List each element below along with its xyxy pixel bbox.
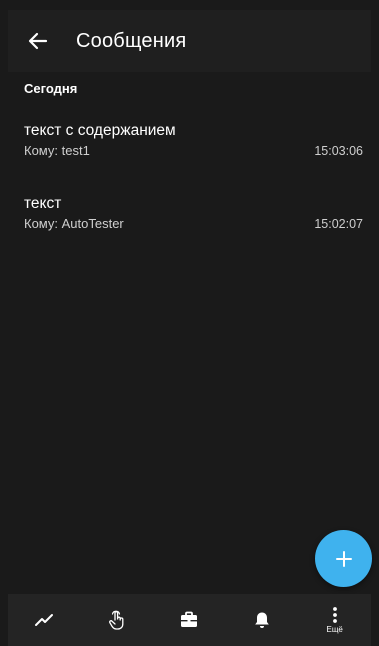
message-item[interactable]: текст Кому: AutoTester 15:02:07 [8,195,371,249]
message-time: 15:03:06 [314,144,363,158]
arrow-left-icon [28,32,48,50]
bell-icon [255,612,269,628]
briefcase-icon [181,611,198,627]
message-recipient: Кому: AutoTester [24,216,124,231]
message-list[interactable]: Сегодня текст с содержанием Кому: test1 … [8,72,371,594]
add-message-button[interactable] [315,530,372,587]
nav-item-more-label: Ещё [326,625,343,634]
nav-item-more[interactable]: Ещё [298,594,371,646]
more-vertical-icon [332,607,337,623]
nav-item-touch[interactable] [81,594,154,646]
message-recipient: Кому: test1 [24,143,90,158]
plus-icon [335,550,352,567]
section-header-today: Сегодня [24,81,78,96]
nav-item-analytics[interactable] [8,594,81,646]
message-title: текст с содержанием [24,122,176,139]
nav-item-notifications[interactable] [226,594,299,646]
message-time: 15:02:07 [314,217,363,231]
back-button[interactable] [18,21,58,61]
nav-item-portfolio[interactable] [153,594,226,646]
message-title: текст [24,195,62,212]
app-bar: Сообщения [8,10,371,72]
message-item[interactable]: текст с содержанием Кому: test1 15:03:06 [8,122,371,176]
bottom-navigation: Ещё [8,594,371,646]
trend-chart-icon [35,614,54,626]
page-title: Сообщения [76,29,187,52]
hand-touch-icon [109,610,124,630]
